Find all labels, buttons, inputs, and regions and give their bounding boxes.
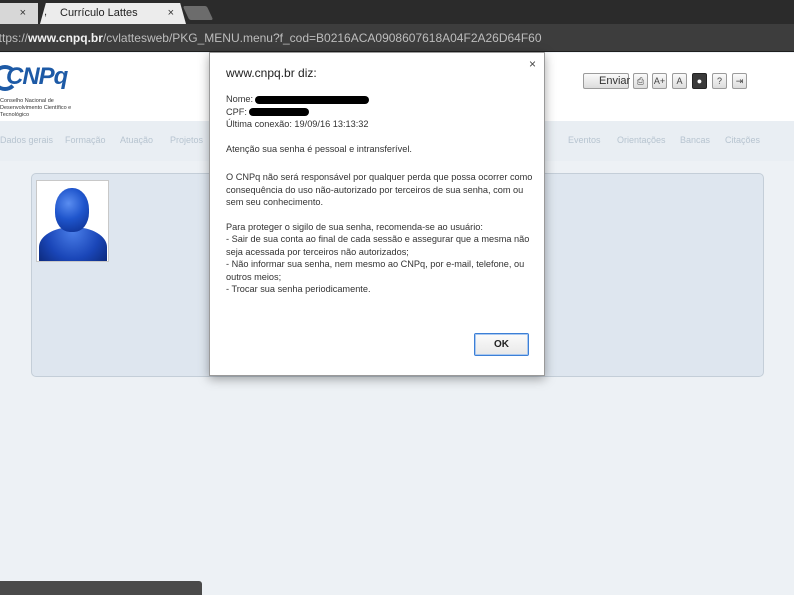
recommendation-2-line-2: outros meios; [226,271,282,282]
nav-item-bancas[interactable]: Bancas [680,135,710,145]
browser-tab-curriculo-lattes[interactable]: , Currículo Lattes × [40,3,186,24]
dialog-body: Nome: CPF: Última conexão: 19/09/16 13:1… [226,93,533,296]
new-tab-button[interactable] [182,6,214,20]
responsavel-line-1: O CNPq não será responsável por qualquer… [226,172,533,182]
avatar-body-icon [39,227,107,261]
dialog-title: www.cnpq.br diz: [226,66,317,80]
nav-item-atuacao[interactable]: Atuação [120,135,153,145]
enviar-button[interactable]: Enviar [583,73,630,89]
atencao-text: Atenção sua senha é pessoal e intransfer… [226,143,412,154]
avatar-head-icon [55,188,89,232]
nav-item-orientacoes[interactable]: Orientações [617,135,666,145]
recommendation-2-line-1: - Não informar sua senha, nem mesmo ao C… [226,259,525,269]
contrast-icon[interactable]: ● [692,73,707,89]
cpf-label: CPF: [226,106,247,117]
nome-line: Nome: [226,93,531,106]
tab-favicon-icon: , [44,6,48,18]
url-path: /cvlattesweb/PKG_MENU.menu?f_cod=B0216AC… [102,31,542,45]
nav-item-dados-gerais[interactable]: Dados gerais [0,135,53,145]
alert-dialog: www.cnpq.br diz: × Nome: CPF: Última con… [209,52,545,376]
logo-text: CNPq [6,63,68,90]
nav-item-citacoes[interactable]: Citações [725,135,760,145]
nav-item-eventos[interactable]: Eventos [568,135,601,145]
address-bar[interactable]: https://www.cnpq.br/cvlattesweb/PKG_MENU… [0,24,794,52]
tab-close-icon[interactable]: × [168,7,174,19]
url-prefix: https:// [0,31,29,45]
url-host: www.cnpq.br [28,31,103,45]
proteger-text: Para proteger o sigilo de sua senha, rec… [226,221,483,232]
responsavel-line-3: sem seu conhecimento. [226,197,324,207]
recommendation-3: - Trocar sua senha periodicamente. [226,284,371,294]
print-icon[interactable]: ⎙ [633,73,648,89]
text-size-small-icon[interactable]: A [672,73,687,89]
tab-close-icon[interactable]: × [20,7,26,19]
redacted-cpf [248,108,309,117]
exit-icon[interactable]: ⇥ [732,73,747,89]
recommendation-1-line-2: seja acessada por terceiros não autoriza… [226,246,409,257]
avatar [36,180,109,262]
nome-label: Nome: [226,94,254,104]
ok-button[interactable]: OK [474,333,529,356]
status-strip [0,581,202,595]
redacted-name [255,95,370,104]
close-icon[interactable]: × [529,57,536,71]
browser-tabbar: × , Currículo Lattes × [0,0,794,24]
logo-subtitle: Conselho Nacional de Desenvolvimento Cie… [0,98,72,118]
browser-tab-previous[interactable]: × [0,3,38,24]
url-text[interactable]: https://www.cnpq.br/cvlattesweb/PKG_MENU… [0,31,542,45]
cnpq-logo[interactable]: CNPq Conselho Nacional de Desenvolviment… [0,61,110,118]
cpf-line: CPF: [226,106,531,119]
recommendation-1-line-1: - Sair de sua conta ao final de cada ses… [226,234,530,244]
ultima-conexao: Última conexão: 19/09/16 13:13:32 [226,119,369,129]
text-size-large-icon[interactable]: A+ [652,73,667,89]
help-icon[interactable]: ? [712,73,727,89]
tab-title: Currículo Lattes [60,7,138,19]
responsavel-line-2: consequência do uso não-autorizado por t… [226,184,524,195]
nav-item-formacao[interactable]: Formação [65,135,106,145]
nav-item-projetos[interactable]: Projetos [170,135,203,145]
